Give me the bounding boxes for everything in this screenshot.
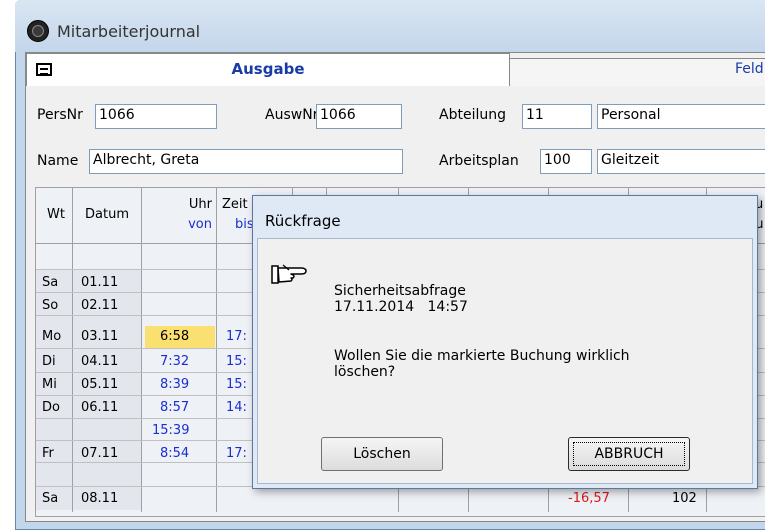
tab-feld-label: Feld bbox=[735, 61, 764, 77]
row-count: 102 bbox=[672, 491, 697, 506]
row-von[interactable]: 8:39 bbox=[160, 377, 210, 392]
row-datum: 08.11 bbox=[81, 491, 119, 506]
auswnr-label: AuswNr bbox=[265, 107, 319, 123]
header-zeit[interactable]: Zeit bbox=[222, 197, 252, 212]
row-von[interactable]: 7:32 bbox=[160, 354, 210, 369]
persnr-label: PersNr bbox=[37, 107, 83, 123]
header-datum[interactable]: Datum bbox=[76, 207, 138, 222]
header-von: von bbox=[188, 217, 212, 232]
dialog-heading: Sicherheitsabfrage bbox=[334, 283, 466, 299]
row-von[interactable]: 15:39 bbox=[152, 423, 202, 438]
row-wt: So bbox=[42, 298, 59, 313]
row-datum: 01.11 bbox=[81, 275, 119, 290]
persnr-field[interactable]: 1066 bbox=[95, 104, 217, 129]
pointing-hand-icon bbox=[271, 264, 307, 284]
abbruch-button[interactable]: ABBRUCH bbox=[568, 437, 690, 471]
dialog-question-line2: löschen? bbox=[334, 364, 396, 380]
arbeitsplan-label: Arbeitsplan bbox=[439, 153, 519, 169]
row-datum: 02.11 bbox=[81, 298, 119, 313]
header-wt[interactable]: Wt bbox=[40, 207, 72, 222]
row-wt: Mi bbox=[42, 377, 57, 392]
loeschen-button[interactable]: Löschen bbox=[321, 437, 443, 471]
name-label: Name bbox=[37, 153, 79, 169]
name-field[interactable]: Albrecht, Greta bbox=[89, 149, 403, 174]
arbeitsplan-name-field[interactable]: Gleitzeit bbox=[597, 149, 765, 174]
abteilung-label: Abteilung bbox=[439, 107, 506, 123]
row-wt: Di bbox=[42, 354, 56, 369]
row-datum: 05.11 bbox=[81, 377, 119, 392]
window-title: Mitarbeiterjournal bbox=[57, 22, 201, 41]
row-von-selected[interactable]: 6:58 bbox=[160, 329, 210, 344]
row-wt: Mo bbox=[42, 329, 62, 344]
arbeitsplan-code-field[interactable]: 100 bbox=[540, 149, 592, 174]
row-von[interactable]: 8:54 bbox=[160, 446, 210, 461]
abteilung-code-field[interactable]: 11 bbox=[522, 104, 592, 129]
menu-icon[interactable] bbox=[36, 63, 52, 76]
dialog-question-line1: Wollen Sie die markierte Buchung wirklic… bbox=[334, 348, 630, 364]
grid-line bbox=[141, 188, 142, 512]
dialog-datetime: 17.11.2014 14:57 bbox=[334, 299, 468, 315]
tab-ausgabe-label: Ausgabe bbox=[231, 60, 305, 78]
row-saldo: -16,57 bbox=[568, 491, 610, 506]
header-uhr[interactable]: Uhr bbox=[150, 197, 212, 212]
row-datum: 06.11 bbox=[81, 400, 119, 415]
auswnr-field[interactable]: 1066 bbox=[316, 104, 402, 129]
tab-feld[interactable]: Feld bbox=[510, 58, 765, 86]
row-wt: Do bbox=[42, 400, 60, 415]
abbruch-button-label: ABBRUCH bbox=[573, 442, 685, 466]
row-wt: Sa bbox=[42, 491, 59, 506]
row-datum: 03.11 bbox=[81, 329, 119, 344]
grid-line bbox=[216, 188, 217, 512]
row-wt: Sa bbox=[42, 275, 59, 290]
clock-app-icon[interactable] bbox=[27, 20, 49, 42]
row-von[interactable]: 8:57 bbox=[160, 400, 210, 415]
row-wt: Fr bbox=[42, 446, 54, 461]
dialog-title: Rückfrage bbox=[265, 212, 341, 230]
row-datum: 07.11 bbox=[81, 446, 119, 461]
tab-ausgabe[interactable]: Ausgabe bbox=[26, 53, 510, 86]
row-datum: 04.11 bbox=[81, 354, 119, 369]
abteilung-name-field[interactable]: Personal bbox=[597, 104, 765, 129]
grid-line bbox=[72, 188, 73, 512]
